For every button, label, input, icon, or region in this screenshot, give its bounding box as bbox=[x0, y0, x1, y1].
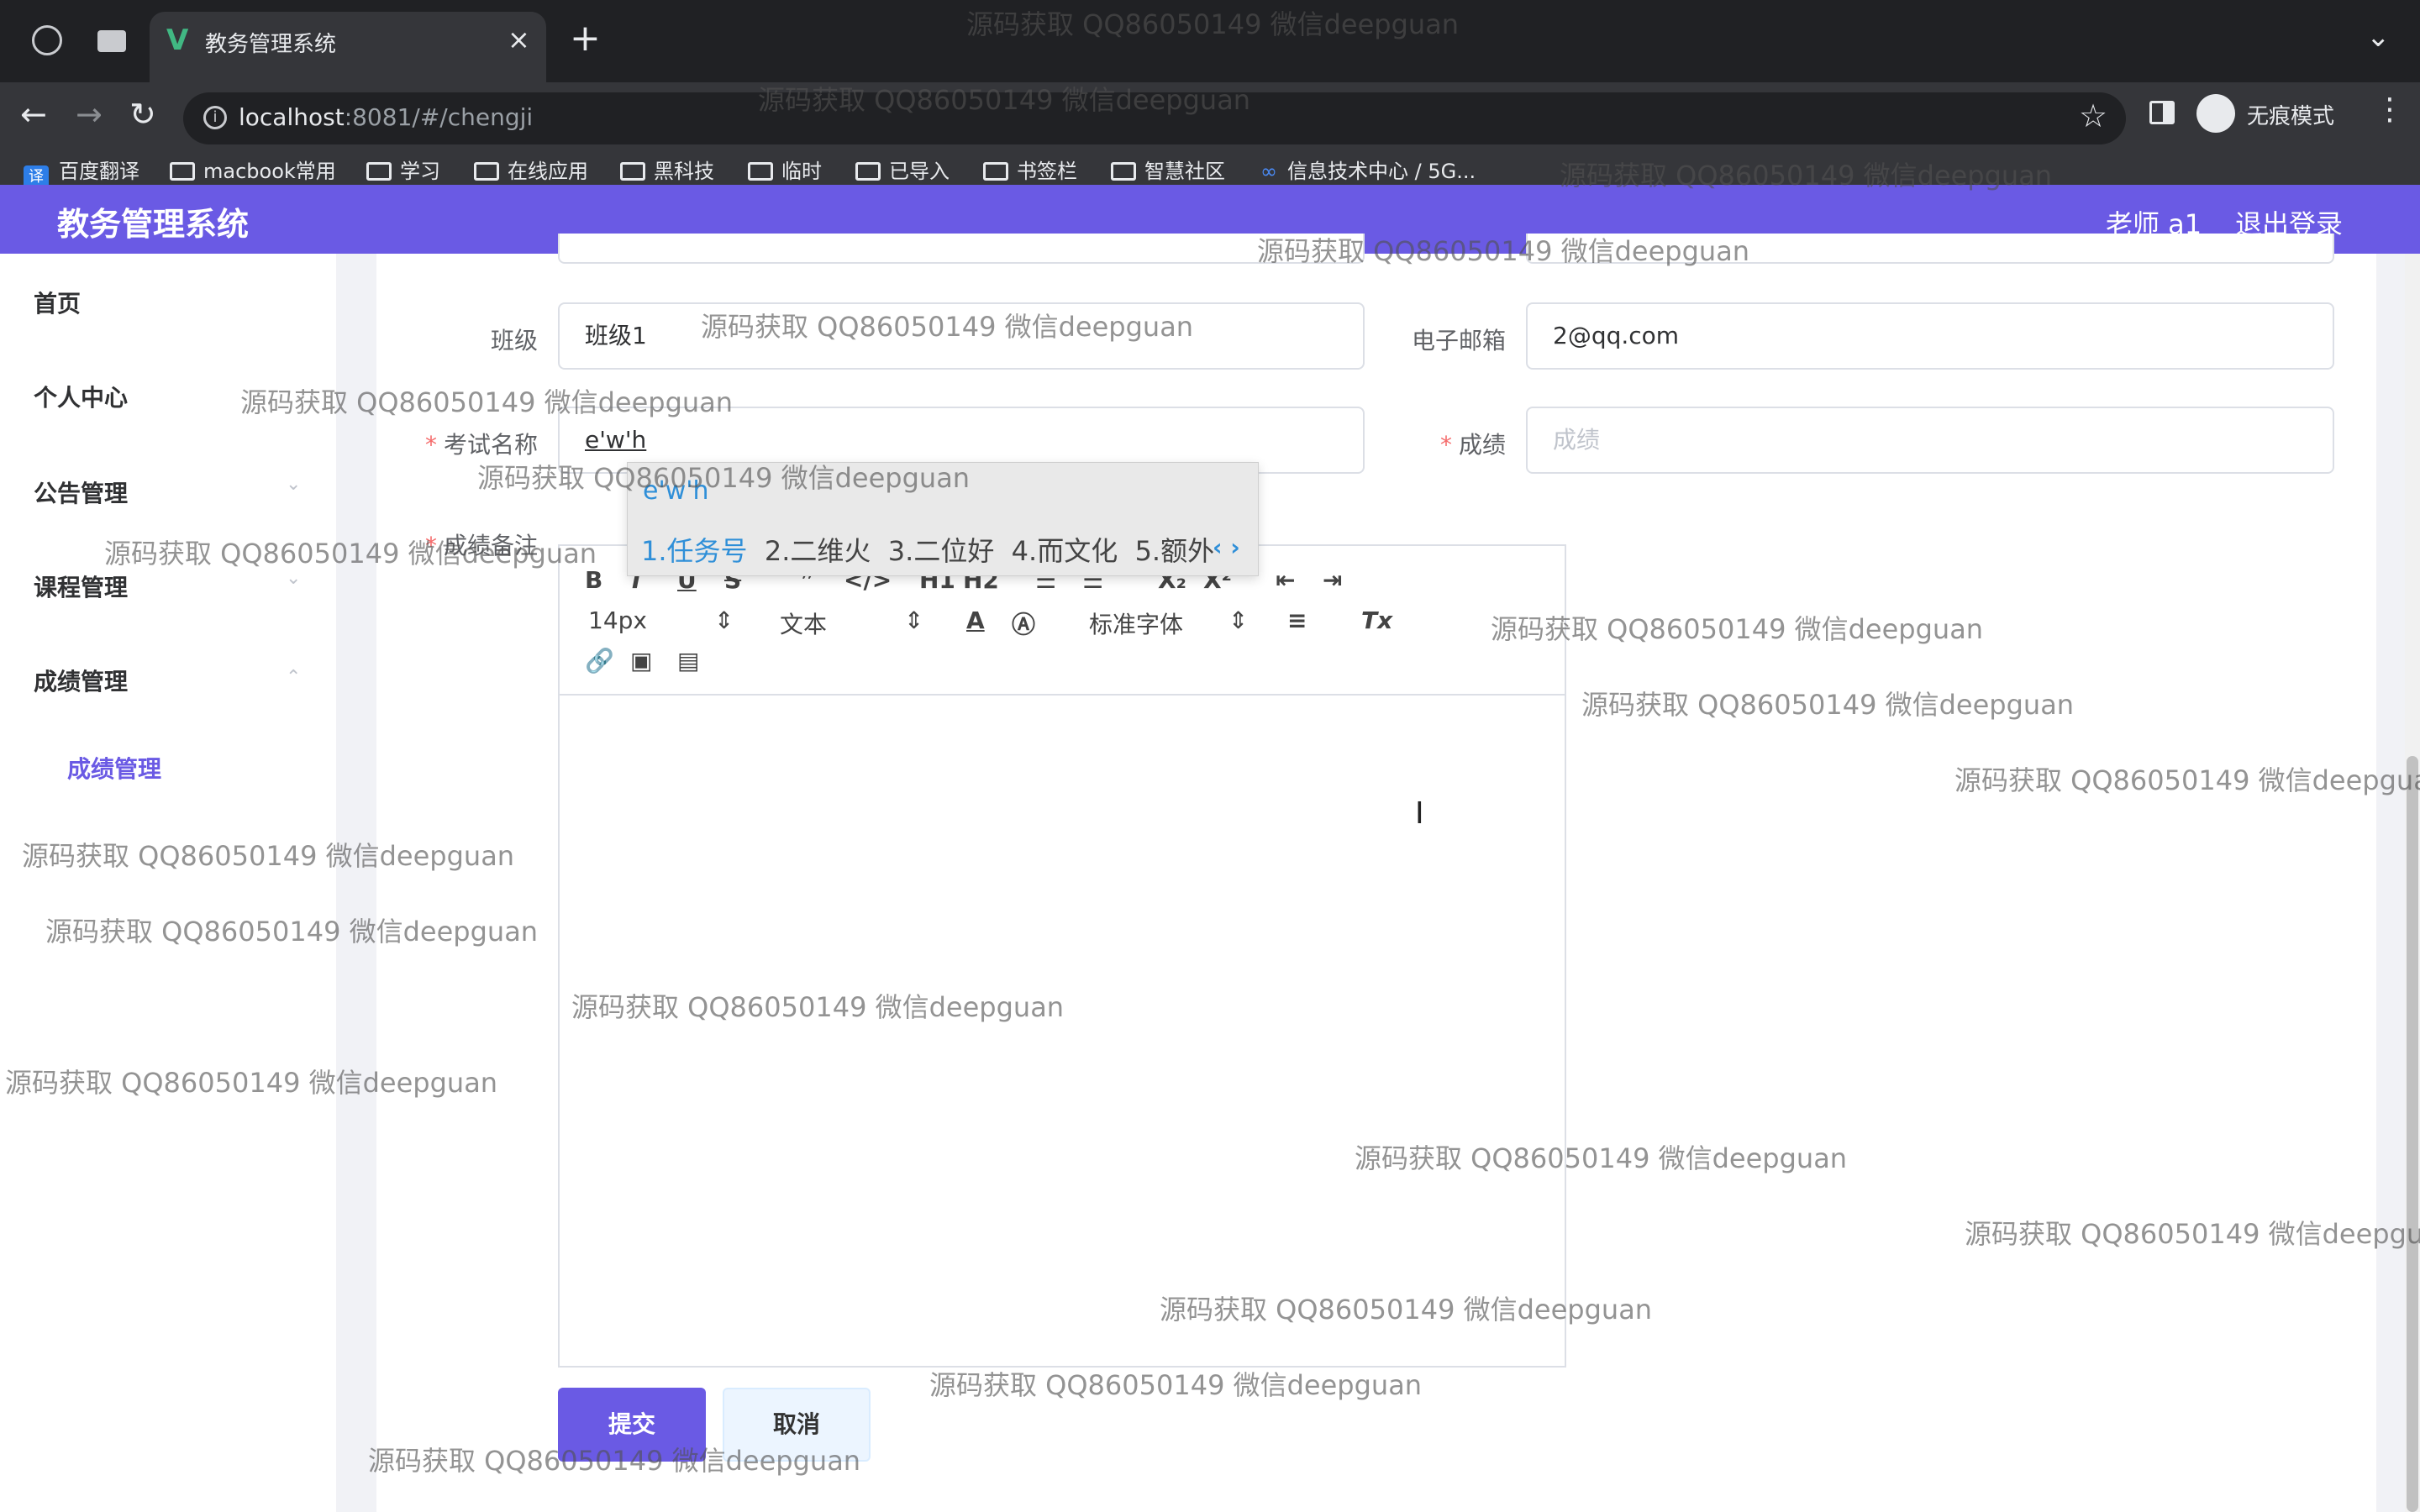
clean-icon[interactable]: Tx bbox=[1361, 606, 1392, 634]
folder-icon bbox=[620, 162, 645, 181]
required-mark: * bbox=[424, 431, 437, 459]
infinity-icon: ∞ bbox=[1260, 160, 1277, 183]
font-color-icon[interactable]: A bbox=[966, 606, 985, 634]
bookmark-folder[interactable]: 临时 bbox=[748, 155, 822, 184]
bookmark-item[interactable]: 译百度翻译 bbox=[24, 155, 139, 189]
menu-kebab-icon[interactable]: ⋮ bbox=[2375, 92, 2405, 127]
ime-candidate[interactable]: 2.二维火 bbox=[765, 535, 871, 567]
tab-close-icon[interactable]: × bbox=[508, 24, 530, 55]
browser-tab-bar: V 教务管理系统 × + ⌄ bbox=[0, 0, 2420, 82]
vue-logo-icon: V bbox=[166, 24, 189, 57]
folder-icon bbox=[855, 162, 881, 181]
exam-name-label: * 考试名称 bbox=[424, 431, 538, 459]
text-type-select[interactable]: 文本 bbox=[780, 606, 827, 640]
text-cursor-icon: I bbox=[1415, 796, 1424, 831]
new-tab-icon[interactable]: + bbox=[570, 17, 601, 60]
folder-icon bbox=[1111, 162, 1136, 181]
sidebar: 首页 个人中心 公告管理 ⌄ 课程管理 ⌄ 成绩管理 ⌃ 成绩管理 bbox=[0, 254, 336, 1512]
sidebar-item-score[interactable]: 成绩管理 bbox=[34, 664, 128, 697]
info-icon[interactable]: i bbox=[203, 106, 227, 129]
chevron-down-icon[interactable]: ⌄ bbox=[286, 474, 301, 495]
folder-icon bbox=[748, 162, 773, 181]
chevron-updown-icon[interactable]: ⇕ bbox=[904, 606, 923, 634]
chevron-down-icon[interactable]: ⌄ bbox=[286, 568, 301, 589]
bookmark-star-icon[interactable]: ☆ bbox=[2079, 97, 2107, 134]
bookmark-folder[interactable]: 黑科技 bbox=[620, 155, 714, 184]
exam-name-composition: e'w'h bbox=[585, 426, 647, 454]
font-family-select[interactable]: 标准字体 bbox=[1089, 606, 1183, 640]
ime-candidate-list: 1.任务号 2.二维火 3.二位好 4.而文化 5.额外 bbox=[641, 530, 1214, 569]
folder-icon bbox=[366, 162, 392, 181]
sidebar-item-course[interactable]: 课程管理 bbox=[34, 570, 128, 603]
score-label: * 成绩 bbox=[1439, 431, 1506, 459]
incognito-icon[interactable] bbox=[2196, 94, 2235, 133]
bookmark-folder[interactable]: 已导入 bbox=[855, 155, 950, 184]
browser-toolbar: ← → ↻ i localhost:8081/#/chengji ☆ 无痕模式 … bbox=[0, 82, 2420, 153]
folder-icon bbox=[170, 162, 195, 181]
link-icon[interactable]: 🔗 bbox=[585, 647, 614, 675]
required-mark: * bbox=[1439, 431, 1452, 459]
sidebar-item-profile[interactable]: 个人中心 bbox=[34, 380, 128, 413]
sidebar-subitem-score[interactable]: 成绩管理 bbox=[67, 751, 161, 785]
pinned-tab-globe-icon[interactable] bbox=[32, 25, 62, 55]
ime-candidate[interactable]: 3.二位好 bbox=[888, 535, 995, 567]
ime-candidate[interactable]: 5.额外 bbox=[1135, 535, 1215, 567]
rich-text-editor: B I U S ❞ </> H1 H2 ☰ ☰ X₂ X² ⇤ ⇥ 14px ⇕… bbox=[558, 544, 1566, 1368]
outdent-icon[interactable]: ⇤ bbox=[1276, 566, 1295, 594]
bookmark-folder[interactable]: 学习 bbox=[366, 155, 440, 184]
chevron-updown-icon[interactable]: ⇕ bbox=[1228, 606, 1248, 634]
class-input[interactable]: 班级1 bbox=[558, 302, 1365, 370]
bookmark-folder[interactable]: 在线应用 bbox=[474, 155, 588, 184]
address-bar[interactable]: i localhost:8081/#/chengji ☆ bbox=[183, 92, 2126, 144]
ime-candidate[interactable]: 4.而文化 bbox=[1012, 535, 1118, 567]
back-icon[interactable]: ← bbox=[20, 96, 47, 133]
ime-candidate[interactable]: 1.任务号 bbox=[641, 535, 748, 567]
font-size-select[interactable]: 14px bbox=[588, 606, 647, 634]
sidebar-item-home[interactable]: 首页 bbox=[34, 286, 81, 319]
cancel-button[interactable]: 取消 bbox=[723, 1388, 871, 1462]
url-text[interactable]: localhost:8081/#/chengji bbox=[239, 103, 533, 131]
folder-icon bbox=[983, 162, 1008, 181]
remark-label: * 成绩备注 bbox=[424, 532, 538, 559]
incognito-label[interactable]: 无痕模式 bbox=[2247, 99, 2334, 130]
ime-composition: e'w'h bbox=[643, 476, 709, 506]
cut-off-input-left[interactable] bbox=[558, 234, 1365, 264]
bookmark-folder[interactable]: macbook常用 bbox=[170, 155, 336, 184]
ime-candidate-window: e'w'h 1.任务号 2.二维火 3.二位好 4.而文化 5.额外 ‹ › bbox=[627, 462, 1259, 576]
scrollbar-thumb[interactable] bbox=[2407, 756, 2418, 1512]
indent-icon[interactable]: ⇥ bbox=[1323, 566, 1342, 594]
cut-off-input-right[interactable] bbox=[1526, 234, 2334, 264]
bookmark-folder[interactable]: 智慧社区 bbox=[1111, 155, 1225, 184]
ime-page-arrows-icon[interactable]: ‹ › bbox=[1213, 533, 1240, 561]
bookmark-folder[interactable]: 书签栏 bbox=[983, 155, 1077, 184]
image-icon[interactable]: ▣ bbox=[630, 647, 652, 675]
class-label: 班级 bbox=[490, 327, 538, 354]
tab-title: 教务管理系统 bbox=[205, 32, 337, 57]
sidebar-item-notice[interactable]: 公告管理 bbox=[34, 475, 128, 509]
align-icon[interactable]: ≡ bbox=[1287, 606, 1307, 634]
browser-tab-active[interactable]: V 教务管理系统 × bbox=[150, 12, 546, 82]
bookmarks-bar: 译百度翻译 macbook常用 学习 在线应用 黑科技 临时 已导入 书签栏 智… bbox=[0, 153, 2420, 189]
chevron-updown-icon[interactable]: ⇕ bbox=[714, 606, 734, 634]
video-icon[interactable]: ▤ bbox=[677, 647, 699, 675]
required-mark: * bbox=[424, 532, 437, 559]
bold-icon[interactable]: B bbox=[585, 566, 602, 594]
chevron-down-icon[interactable]: ⌄ bbox=[2366, 20, 2391, 54]
submit-button[interactable]: 提交 bbox=[558, 1388, 706, 1462]
score-input[interactable]: 成绩 bbox=[1526, 407, 2334, 474]
email-label: 电子邮箱 bbox=[1411, 327, 1506, 354]
app-title: 教务管理系统 bbox=[57, 206, 250, 243]
reload-icon[interactable]: ↻ bbox=[129, 96, 156, 133]
forward-icon[interactable]: → bbox=[76, 96, 103, 133]
editor-body[interactable] bbox=[560, 697, 1565, 1366]
chevron-up-icon[interactable]: ⌃ bbox=[286, 667, 301, 688]
background-color-icon[interactable]: Ⓐ bbox=[1012, 606, 1035, 640]
folder-icon bbox=[474, 162, 499, 181]
pinned-tab-card-icon[interactable] bbox=[97, 30, 126, 52]
bookmark-item[interactable]: ∞ 信息技术中心 / 5G... bbox=[1260, 155, 1476, 184]
side-panel-icon[interactable] bbox=[2149, 101, 2175, 124]
email-input[interactable]: 2@qq.com bbox=[1526, 302, 2334, 370]
